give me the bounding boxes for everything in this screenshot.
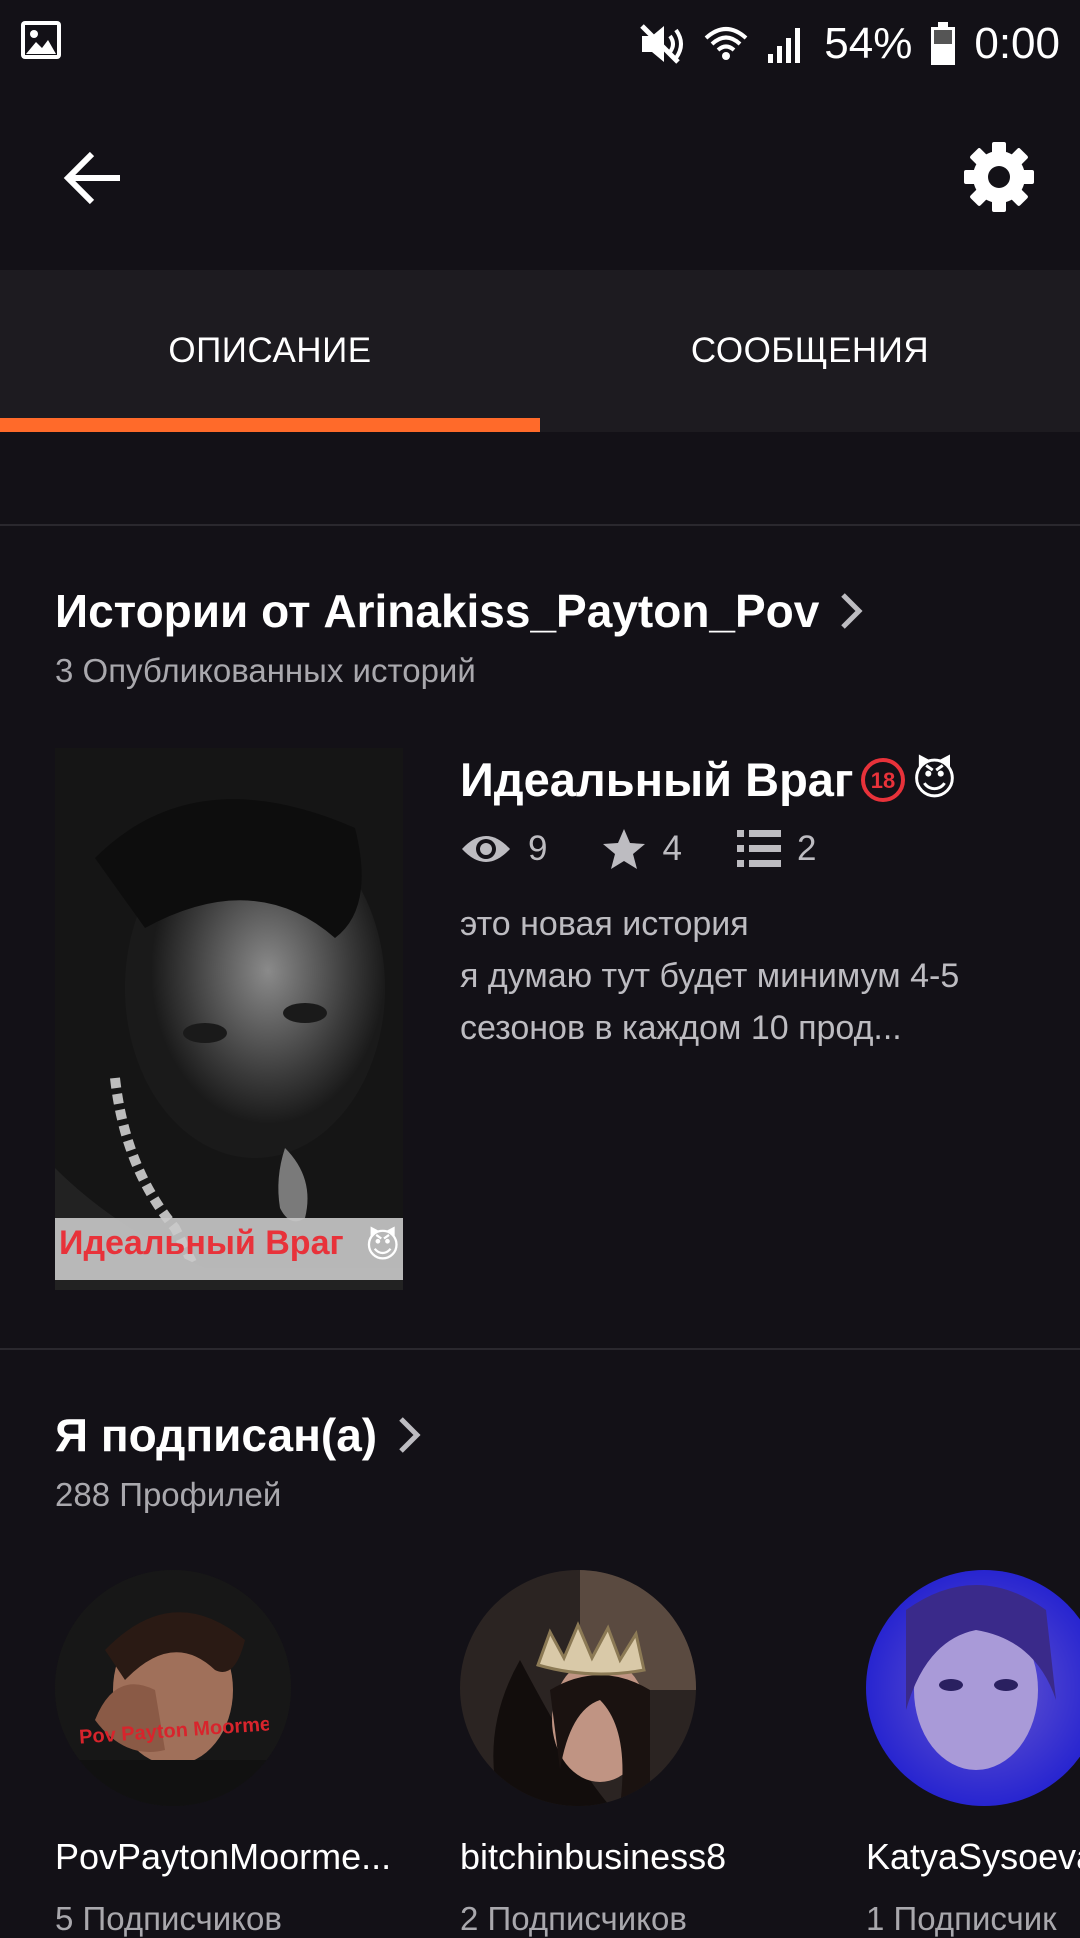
profile-followers: 2 Подписчиков bbox=[460, 1900, 687, 1937]
profile-name: KatyaSysoeva bbox=[866, 1836, 1080, 1877]
votes-stat: 4 bbox=[602, 828, 682, 870]
votes-count: 4 bbox=[662, 829, 682, 868]
image-icon bbox=[21, 21, 61, 59]
avatar-image bbox=[55, 1570, 291, 1806]
chevron-right-icon bbox=[841, 593, 863, 629]
avatar[interactable] bbox=[866, 1570, 1080, 1806]
profile-followers: 5 Подписчиков bbox=[55, 1900, 282, 1937]
avatar-image bbox=[460, 1570, 696, 1806]
divider bbox=[0, 1348, 1080, 1350]
signal-icon bbox=[768, 28, 801, 63]
parts-count: 2 bbox=[796, 829, 817, 868]
avatar-image bbox=[866, 1570, 1080, 1806]
profile-card[interactable]: KatyaSysoeva 1 Подписчик bbox=[866, 1570, 1080, 1938]
profile-card[interactable]: Pov Payton Moormeier PovPaytonMoorme... … bbox=[55, 1570, 435, 1938]
profile-followers: 1 Подписчик bbox=[866, 1900, 1057, 1937]
battery-percent: 54% bbox=[824, 19, 913, 68]
status-bar: 54% 0:00 bbox=[0, 0, 1080, 90]
cover-title: Идеальный Враг bbox=[59, 1224, 344, 1262]
views-stat: 9 bbox=[460, 829, 547, 869]
star-icon bbox=[603, 829, 646, 869]
story-title[interactable]: Идеальный Враг 18 😈 bbox=[460, 752, 957, 807]
stories-section-title: Истории от Arinakiss_Payton_Pov bbox=[55, 585, 820, 637]
views-count: 9 bbox=[528, 829, 548, 868]
cover-photo bbox=[55, 748, 403, 1290]
story-stats: 9 4 2 bbox=[460, 828, 871, 870]
description-line: я думаю тут будет минимум 4-5 bbox=[460, 957, 960, 995]
battery-icon bbox=[931, 22, 956, 65]
following-count: 288 Профилей bbox=[55, 1476, 282, 1513]
parts-stat: 2 bbox=[736, 829, 817, 869]
description-line: это новая история bbox=[460, 905, 749, 943]
devil-emoji-icon: 😈 bbox=[365, 1227, 401, 1265]
stories-section-header[interactable]: Истории от Arinakiss_Payton_Pov bbox=[55, 584, 863, 638]
tab-messages[interactable]: СООБЩЕНИЯ bbox=[540, 270, 1080, 432]
svg-text:18: 18 bbox=[870, 768, 894, 793]
profile-name: PovPaytonMoorme... bbox=[55, 1836, 392, 1877]
stories-count: 3 Опубликованных историй bbox=[55, 652, 476, 689]
status-indicators: 54% 0:00 bbox=[638, 12, 1060, 76]
following-section-title: Я подписан(а) bbox=[55, 1409, 378, 1461]
story-cover[interactable]: Идеальный Враг 😈 bbox=[55, 748, 403, 1290]
tab-description[interactable]: ОПИСАНИЕ bbox=[0, 270, 540, 432]
active-tab-indicator bbox=[0, 418, 540, 432]
eye-icon bbox=[462, 836, 510, 862]
avatar[interactable] bbox=[460, 1570, 696, 1806]
app-bar bbox=[0, 90, 1080, 270]
gear-icon[interactable] bbox=[962, 140, 1036, 214]
profile-card[interactable]: bitchinbusiness8 2 Подписчиков bbox=[460, 1570, 840, 1938]
following-section-header[interactable]: Я подписан(а) bbox=[55, 1408, 421, 1462]
avatar[interactable]: Pov Payton Moormeier bbox=[55, 1570, 291, 1806]
story-description: это новая история я думаю тут будет мини… bbox=[460, 898, 1040, 1054]
story-title-text: Идеальный Враг bbox=[460, 753, 854, 806]
tab-bar: ОПИСАНИЕ СООБЩЕНИЯ bbox=[0, 270, 1080, 432]
devil-emoji-icon: 😈 bbox=[911, 755, 958, 804]
description-line: сезонов в каждом 10 прод... bbox=[460, 1009, 902, 1047]
wifi-icon bbox=[704, 27, 748, 60]
chevron-right-icon bbox=[399, 1417, 421, 1453]
age-18-icon: 18 bbox=[860, 757, 905, 802]
profile-name: bitchinbusiness8 bbox=[460, 1836, 727, 1877]
arrow-back-icon[interactable] bbox=[62, 150, 126, 206]
divider bbox=[0, 524, 1080, 526]
list-icon bbox=[736, 830, 781, 867]
clock: 0:00 bbox=[974, 19, 1060, 68]
mute-icon bbox=[640, 24, 684, 64]
